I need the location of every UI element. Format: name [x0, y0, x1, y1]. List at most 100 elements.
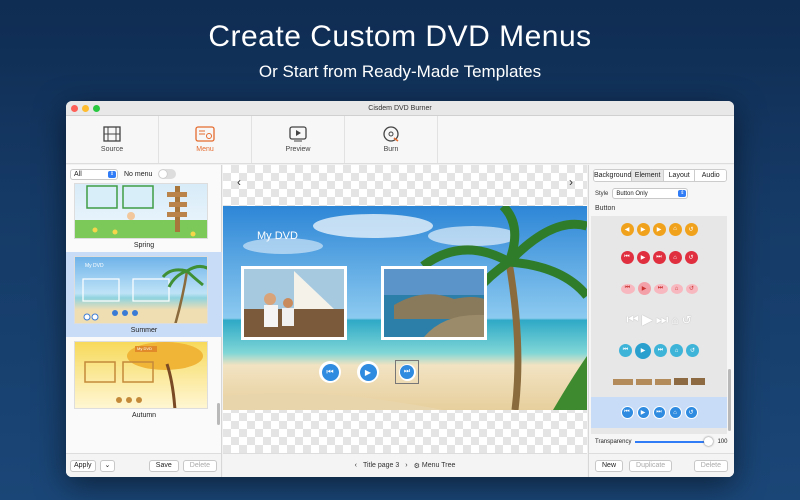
toolbar-menu-button[interactable]: Menu	[159, 116, 252, 163]
style-select[interactable]: Button Only ⇕	[612, 188, 689, 199]
play-icon: ▶	[641, 311, 653, 327]
menu-title-text[interactable]: My DVD	[257, 230, 298, 242]
button-style-orange[interactable]: ◀ ▶ ▶ ⌂ ↺	[591, 216, 727, 242]
style-row: Style Button Only ⇕	[595, 188, 734, 199]
play-icon	[636, 378, 652, 385]
next-arrow-icon[interactable]: ›	[569, 175, 573, 189]
play-icon: ▶	[636, 406, 650, 419]
previous-chapter-button[interactable]: ⏮	[319, 361, 341, 383]
play-menu-button[interactable]: ▶	[357, 361, 379, 383]
minimize-window-button[interactable]	[82, 105, 89, 112]
button-style-blue[interactable]: ⏮ ▶ ⏭ ⌂ ↺	[591, 397, 727, 428]
skip-forward-icon: ⏭	[655, 311, 669, 327]
apply-button[interactable]: Apply	[70, 459, 96, 472]
page-next-icon[interactable]: ›	[405, 462, 407, 469]
toolbar-burn-button[interactable]: Burn	[345, 116, 438, 163]
button-list-scrollbar[interactable]	[728, 369, 731, 431]
button-section-label: Button	[595, 205, 616, 212]
hero-title: Create Custom DVD Menus	[208, 20, 592, 53]
home-icon: ⌂	[668, 251, 682, 264]
zoom-window-button[interactable]	[93, 105, 100, 112]
title-bar: Cisdem DVD Burner	[66, 101, 734, 116]
autumn-thumbnail-art	[84, 342, 203, 408]
sailing-photo	[244, 269, 344, 337]
skip-forward-icon: ⏭	[653, 283, 668, 294]
delete-element-button[interactable]: Delete	[693, 459, 728, 472]
apply-dropdown-button[interactable]: ⌄	[99, 459, 116, 472]
toolbar-preview-label: Preview	[285, 146, 311, 153]
template-label-spring: Spring	[133, 242, 155, 249]
template-item-summer[interactable]: My DVD Summer	[66, 252, 222, 337]
play-icon: ▶	[636, 222, 650, 236]
transparency-slider[interactable]	[635, 437, 714, 446]
home-icon: ⌂	[668, 406, 682, 419]
play-icon: ▶	[637, 282, 651, 295]
save-template-button[interactable]: Save	[148, 459, 179, 472]
toolbar-source-button[interactable]: Source	[66, 116, 159, 163]
new-button[interactable]: New	[595, 459, 624, 472]
thumbnail-frame-2[interactable]	[381, 266, 487, 340]
home-icon: ⌂	[670, 344, 683, 357]
slider-knob[interactable]	[704, 437, 714, 446]
page-label: Title page 3	[362, 462, 400, 469]
no-menu-toggle[interactable]	[158, 169, 177, 179]
tab-element[interactable]: Element	[632, 170, 664, 181]
play-icon: ▶	[635, 342, 651, 359]
template-filter-value: All	[74, 170, 82, 178]
toolbar: Source Menu Preview Burn	[66, 116, 734, 164]
template-item-spring[interactable]: Spring	[66, 183, 222, 252]
button-style-list[interactable]: ◀ ▶ ▶ ⌂ ↺ ⏮ ▶ ⏭ ⌂ ↺ ⏮ ▶ ⏭ ⌂ ↺ ⏮ ▶ ⏭ ⌂ ↺ …	[591, 216, 727, 434]
menu-tree-label: Menu Tree	[421, 462, 456, 469]
menu-tree-button[interactable]: ⚙ Menu Tree	[414, 462, 456, 470]
template-list-scrollbar[interactable]	[217, 403, 220, 425]
toolbar-preview-button[interactable]: Preview	[252, 116, 345, 163]
return-icon: ↺	[685, 283, 698, 294]
skip-forward-icon: ⏭	[652, 406, 666, 419]
toolbar-menu-label: Menu	[196, 146, 214, 153]
page-navigation-bar: ‹ Title page 3 › ⚙ Menu Tree	[223, 453, 587, 477]
button-style-white[interactable]: ⏮ ▶ ⏭ ⌂ ↺	[591, 304, 727, 335]
previous-arrow-icon[interactable]: ‹	[237, 175, 241, 189]
skip-forward-icon: ▶	[652, 222, 666, 236]
play-icon	[289, 126, 307, 142]
template-list[interactable]: Spring My DVD Summer My DVD Autumn	[66, 183, 222, 451]
play-icon: ▶	[364, 367, 372, 377]
chevron-down-icon: ⌄	[104, 461, 111, 469]
thumbnail-frame-1[interactable]	[241, 266, 347, 340]
template-item-autumn[interactable]: My DVD Autumn	[66, 337, 222, 422]
template-thumbnail-summer: My DVD	[74, 256, 208, 324]
skip-forward-icon: ⏭	[654, 344, 667, 357]
tab-layout[interactable]: Layout	[663, 170, 696, 181]
template-filter-select[interactable]: All ⇕	[70, 168, 118, 180]
play-icon: ▶	[636, 251, 650, 264]
menu-preview[interactable]: My DVD ⏮ ▶ ⏭	[223, 206, 587, 410]
template-thumbnail-spring	[74, 183, 208, 239]
close-window-button[interactable]	[71, 105, 78, 112]
spring-thumbnail-art	[75, 185, 207, 238]
autumn-thumbnail-title: My DVD	[137, 346, 152, 351]
button-style-pink[interactable]: ⏮ ▶ ⏭ ⌂ ↺	[591, 273, 727, 304]
skip-forward-icon: ⏭	[403, 368, 411, 375]
window-title: Cisdem DVD Burner	[368, 105, 432, 112]
transparency-row: Transparency 100	[595, 437, 728, 446]
home-icon: ⌂	[671, 312, 679, 327]
button-style-red[interactable]: ⏮ ▶ ⏭ ⌂ ↺	[591, 242, 727, 273]
return-icon: ↺	[681, 312, 692, 327]
app-window: Cisdem DVD Burner Source Menu Preview Bu…	[66, 101, 734, 477]
tab-audio[interactable]: Audio	[695, 170, 726, 181]
button-style-wooden[interactable]	[591, 366, 727, 397]
element-actions-bar: New Duplicate Delete	[589, 453, 734, 477]
return-icon: ↺	[686, 344, 699, 357]
next-chapter-button[interactable]: ⏭	[395, 360, 419, 384]
style-value: Button Only	[616, 191, 648, 197]
page-previous-icon[interactable]: ‹	[355, 462, 357, 469]
home-icon: ⌂	[670, 283, 683, 294]
delete-template-button[interactable]: Delete	[182, 459, 217, 472]
home-icon: ⌂	[668, 222, 682, 236]
chevron-updown-icon: ⇕	[678, 190, 687, 197]
skip-back-icon: ⏮	[620, 406, 634, 419]
tab-background[interactable]: Background	[594, 170, 633, 181]
duplicate-button[interactable]: Duplicate	[629, 459, 673, 472]
button-style-teal[interactable]: ⏮ ▶ ⏭ ⌂ ↺	[591, 335, 727, 366]
transparency-value: 100	[717, 439, 728, 445]
